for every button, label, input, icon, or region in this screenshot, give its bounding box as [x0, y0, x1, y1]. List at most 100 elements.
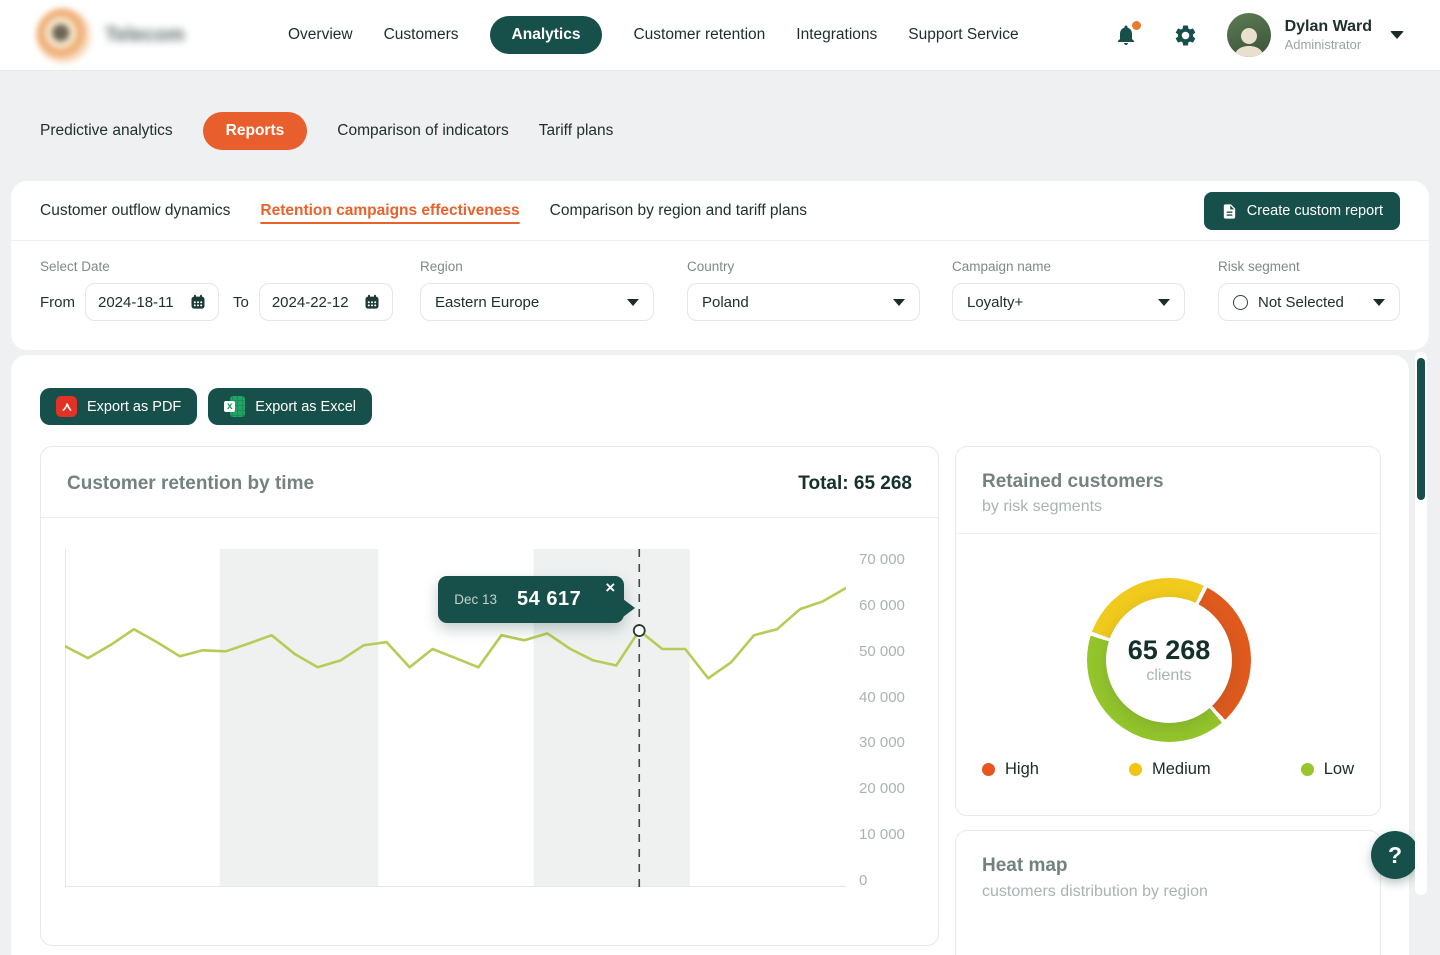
- subnav-item-reports[interactable]: Reports: [203, 112, 308, 150]
- nav-item-overview[interactable]: Overview: [288, 16, 353, 54]
- calendar-icon: [190, 294, 206, 310]
- chart-title: Customer retention by time: [67, 473, 314, 495]
- campaign-select[interactable]: Loyalty+: [952, 283, 1185, 321]
- document-icon: [1221, 203, 1238, 220]
- retained-customers-card: Retained customers by risk segments 65 2…: [955, 446, 1381, 816]
- excel-icon: x: [224, 396, 245, 417]
- filter-risk-segment: Risk segment Not Selected: [1218, 259, 1400, 321]
- scrollbar-track[interactable]: [1415, 352, 1427, 895]
- date-from-input[interactable]: 2024-18-11: [85, 283, 219, 321]
- brand-logo-icon: [36, 8, 91, 63]
- donut-center-label: clients: [1146, 667, 1191, 685]
- legend-label: High: [1005, 760, 1039, 779]
- tooltip-arrow: [623, 599, 635, 617]
- filter-campaign-label: Campaign name: [952, 259, 1185, 274]
- date-to-label: To: [233, 294, 249, 311]
- report-tab-customer-outflow-dynamics[interactable]: Customer outflow dynamics: [40, 202, 230, 220]
- legend-item-high: High: [982, 760, 1039, 779]
- tooltip-value: 54 617: [517, 588, 581, 611]
- tooltip-close-icon[interactable]: ×: [605, 578, 615, 598]
- y-axis-tick: 40 000: [859, 689, 905, 706]
- nav-item-support-service[interactable]: Support Service: [908, 16, 1018, 54]
- report-tabs: Customer outflow dynamics Retention campa…: [40, 202, 807, 220]
- divider: [956, 533, 1380, 534]
- heat-map-subtitle: customers distribution by region: [956, 877, 1380, 901]
- top-navigation-bar: Telecom Overview Customers Analytics Custom…: [0, 0, 1440, 71]
- avatar[interactable]: [1227, 13, 1271, 57]
- y-axis: 70 00060 00050 00040 00030 00020 00010 0…: [859, 549, 929, 887]
- report-panel: Customer outflow dynamics Retention campa…: [11, 181, 1429, 350]
- country-value: Poland: [702, 294, 749, 311]
- notifications-bell-icon[interactable]: [1113, 22, 1139, 48]
- brand-name: Telecom: [105, 24, 185, 47]
- report-tab-retention-campaigns-effectiveness[interactable]: Retention campaigns effectiveness: [260, 202, 519, 220]
- user-menu-chevron-down-icon[interactable]: [1390, 31, 1404, 39]
- date-to-input[interactable]: 2024-22-12: [259, 283, 393, 321]
- filters-row: Select Date From 2024-18-11 To 2024-22-1…: [11, 241, 1429, 349]
- filter-region: Region Eastern Europe: [420, 259, 654, 321]
- chart-tooltip: Dec 13 54 617 ×: [438, 576, 624, 623]
- chevron-down-icon: [893, 299, 905, 306]
- legend-item-low: Low: [1301, 760, 1354, 779]
- y-axis-tick: 0: [859, 872, 867, 889]
- date-from-value: 2024-18-11: [98, 294, 174, 311]
- nav-item-customer-retention[interactable]: Customer retention: [633, 16, 765, 54]
- region-select[interactable]: Eastern Europe: [420, 283, 654, 321]
- filter-country-label: Country: [687, 259, 920, 274]
- date-to-value: 2024-22-12: [272, 294, 349, 311]
- legend-label: Medium: [1152, 760, 1211, 779]
- notification-dot: [1132, 21, 1141, 30]
- chevron-down-icon: [627, 299, 639, 306]
- retained-card-subtitle: by risk segments: [982, 498, 1354, 516]
- filter-campaign: Campaign name Loyalty+: [952, 259, 1185, 321]
- nav-item-analytics[interactable]: Analytics: [490, 16, 603, 54]
- calendar-icon: [364, 294, 380, 310]
- nav-item-customers[interactable]: Customers: [384, 16, 459, 54]
- legend-dot-icon: [1301, 763, 1314, 776]
- risk-value: Not Selected: [1258, 294, 1344, 311]
- scrollbar-thumb[interactable]: [1417, 358, 1425, 500]
- country-select[interactable]: Poland: [687, 283, 920, 321]
- divider: [41, 517, 938, 518]
- export-pdf-button[interactable]: Export as PDF: [40, 388, 197, 425]
- heat-map-title: Heat map: [956, 831, 1380, 877]
- filter-date-label: Select Date: [40, 259, 393, 274]
- user-info: Dylan Ward Administrator: [1285, 17, 1372, 53]
- chart-total: Total: 65 268: [798, 473, 912, 495]
- user-name: Dylan Ward: [1285, 17, 1372, 37]
- export-buttons: Export as PDF x Export as Excel: [40, 388, 372, 425]
- brand-logo: Telecom: [36, 8, 226, 63]
- legend-item-medium: Medium: [1129, 760, 1211, 779]
- export-pdf-label: Export as PDF: [87, 399, 181, 415]
- retention-line-chart[interactable]: Dec 13 54 617 ×: [65, 549, 846, 887]
- tooltip-date: Dec 13: [454, 592, 497, 607]
- chevron-down-icon: [1373, 299, 1385, 306]
- risk-segment-select[interactable]: Not Selected: [1218, 283, 1400, 321]
- heat-map-card: Heat map customers distribution by regio…: [955, 830, 1381, 955]
- settings-gear-icon[interactable]: [1173, 22, 1199, 48]
- retained-card-header: Retained customers by risk segments: [956, 447, 1380, 516]
- subnav-item-tariff-plans[interactable]: Tariff plans: [539, 122, 614, 140]
- subnav-item-predictive-analytics[interactable]: Predictive analytics: [40, 122, 173, 140]
- filter-date: Select Date From 2024-18-11 To 2024-22-1…: [40, 259, 393, 321]
- report-tab-comparison-by-region-and-tariff-plans[interactable]: Comparison by region and tariff plans: [550, 202, 807, 220]
- help-button[interactable]: ?: [1371, 831, 1419, 879]
- legend-dot-icon: [982, 763, 995, 776]
- export-excel-button[interactable]: x Export as Excel: [208, 388, 372, 425]
- gear-icon: [1173, 23, 1198, 48]
- subnav-item-comparison-of-indicators[interactable]: Comparison of indicators: [337, 122, 508, 140]
- create-custom-report-button[interactable]: Create custom report: [1204, 192, 1400, 230]
- nav-item-integrations[interactable]: Integrations: [796, 16, 877, 54]
- export-excel-label: Export as Excel: [255, 399, 356, 415]
- person-silhouette-icon: [1231, 25, 1267, 57]
- retained-card-title: Retained customers: [982, 471, 1354, 493]
- y-axis-tick: 60 000: [859, 597, 905, 614]
- chevron-down-icon: [1158, 299, 1170, 306]
- radio-circle-icon: [1233, 295, 1248, 310]
- donut-center: 65 268 clients: [1106, 597, 1232, 723]
- y-axis-tick: 20 000: [859, 780, 905, 797]
- filter-risk-label: Risk segment: [1218, 259, 1400, 274]
- create-custom-report-label: Create custom report: [1247, 203, 1383, 219]
- filter-region-label: Region: [420, 259, 654, 274]
- donut-center-value: 65 268: [1128, 635, 1211, 666]
